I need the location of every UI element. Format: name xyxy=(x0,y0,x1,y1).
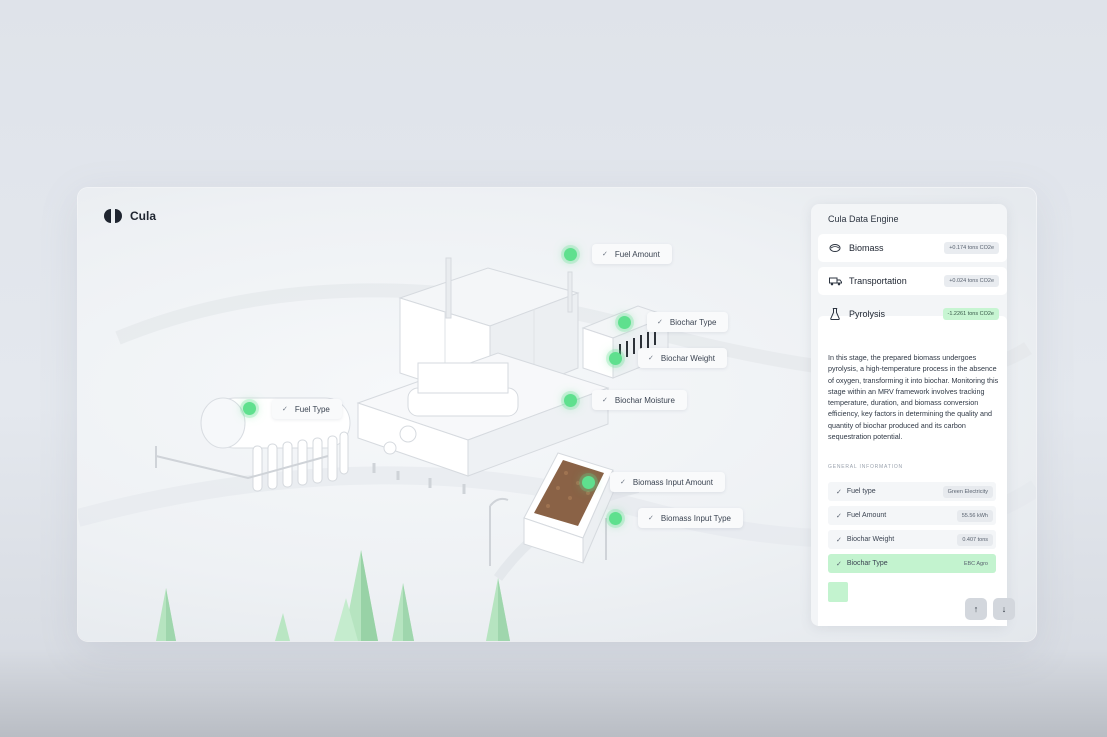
brand-name: Cula xyxy=(130,209,157,223)
panel-title: Cula Data Engine xyxy=(828,214,899,224)
info-label: Fuel type xyxy=(846,488,876,495)
scroll-down-button[interactable]: ↓ xyxy=(993,598,1015,620)
brand-logo[interactable]: Cula xyxy=(102,208,156,224)
check-icon: ✓ xyxy=(602,397,608,404)
tag-biomass-input-amount[interactable]: ✓ Biomass Input Amount xyxy=(610,472,725,492)
general-information-heading: GENERAL INFORMATION xyxy=(828,464,903,470)
scroll-up-button[interactable]: ↑ xyxy=(965,598,987,620)
hotspot-biomass-input-amount[interactable] xyxy=(582,476,595,489)
stage-description: In this stage, the prepared biomass unde… xyxy=(828,353,999,442)
hotspot-biochar-weight[interactable] xyxy=(609,352,622,365)
check-icon: ✓ xyxy=(836,536,842,544)
info-value: 0.407 tons xyxy=(957,533,993,546)
co2-badge: +0.174 tons CO2e xyxy=(944,242,999,254)
tag-label: Fuel Amount xyxy=(614,249,660,259)
hotspot-biomass-input-type[interactable] xyxy=(609,512,622,525)
leaf-icon xyxy=(828,241,842,255)
app-frame: Cula ✓ Fuel Amount ✓ Biochar Type ✓ Bioc… xyxy=(78,188,1036,641)
tag-biomass-input-type[interactable]: ✓ Biomass Input Type xyxy=(638,508,743,528)
arrow-down-icon: ↓ xyxy=(1001,604,1007,614)
active-indicator xyxy=(828,582,848,602)
info-label: Biochar Weight xyxy=(846,536,895,543)
pyrolysis-details: In this stage, the prepared biomass unde… xyxy=(818,316,1007,626)
hotspot-biochar-type[interactable] xyxy=(618,316,631,329)
stage-transportation[interactable]: Transportation +0.024 tons CO2e xyxy=(818,267,1007,295)
check-icon: ✓ xyxy=(648,515,654,522)
tag-fuel-amount[interactable]: ✓ Fuel Amount xyxy=(592,244,672,264)
info-row-biochar-weight[interactable]: ✓ Biochar Weight 0.407 tons xyxy=(828,530,996,549)
check-icon: ✓ xyxy=(282,406,288,413)
check-icon: ✓ xyxy=(657,319,663,326)
cula-logo-icon xyxy=(104,209,122,223)
info-label: Fuel Amount xyxy=(846,512,887,519)
stage-name: Transportation xyxy=(849,276,907,286)
co2-badge: +0.024 tons CO2e xyxy=(944,275,999,287)
data-engine-panel: Cula Data Engine Biomass +0.174 tons CO2… xyxy=(811,204,1015,626)
tag-label: Biochar Type xyxy=(669,317,717,327)
tag-label: Biomass Input Type xyxy=(660,513,731,523)
stage-name: Biomass xyxy=(849,243,884,253)
tag-biochar-moisture[interactable]: ✓ Biochar Moisture xyxy=(592,390,687,410)
stage-biomass[interactable]: Biomass +0.174 tons CO2e xyxy=(818,234,1007,262)
arrow-up-icon: ↑ xyxy=(973,604,979,614)
check-icon: ✓ xyxy=(602,251,608,258)
tag-label: Biochar Weight xyxy=(660,353,715,363)
biomass-hopper xyxy=(489,452,614,566)
check-icon: ✓ xyxy=(648,355,654,362)
truck-icon xyxy=(828,274,842,288)
tag-label: Biochar Moisture xyxy=(614,395,675,405)
check-icon: ✓ xyxy=(836,512,842,520)
pine-trees xyxy=(156,550,510,641)
tag-biochar-type[interactable]: ✓ Biochar Type xyxy=(647,312,729,332)
tag-biochar-weight[interactable]: ✓ Biochar Weight xyxy=(638,348,727,368)
info-label: Biochar Type xyxy=(846,560,888,567)
tag-label: Biomass Input Amount xyxy=(632,477,713,487)
hotspot-fuel-amount[interactable] xyxy=(564,248,577,261)
info-value: 55.56 kWh xyxy=(956,509,993,522)
check-icon: ✓ xyxy=(836,560,842,568)
info-value: Green Electricity xyxy=(942,485,993,498)
check-icon: ✓ xyxy=(836,488,842,496)
info-row-biochar-type[interactable]: ✓ Biochar Type EBC Agro xyxy=(828,554,996,573)
info-value: EBC Agro xyxy=(963,560,988,567)
tag-label: Fuel Type xyxy=(294,404,330,414)
hotspot-biochar-moisture[interactable] xyxy=(564,394,577,407)
info-row-fuel-type[interactable]: ✓ Fuel type Green Electricity xyxy=(828,482,996,501)
hotspot-fuel-type[interactable] xyxy=(243,402,256,415)
check-icon: ✓ xyxy=(620,479,626,486)
info-row-fuel-amount[interactable]: ✓ Fuel Amount 55.56 kWh xyxy=(828,506,996,525)
tag-fuel-type[interactable]: ✓ Fuel Type xyxy=(272,399,342,419)
